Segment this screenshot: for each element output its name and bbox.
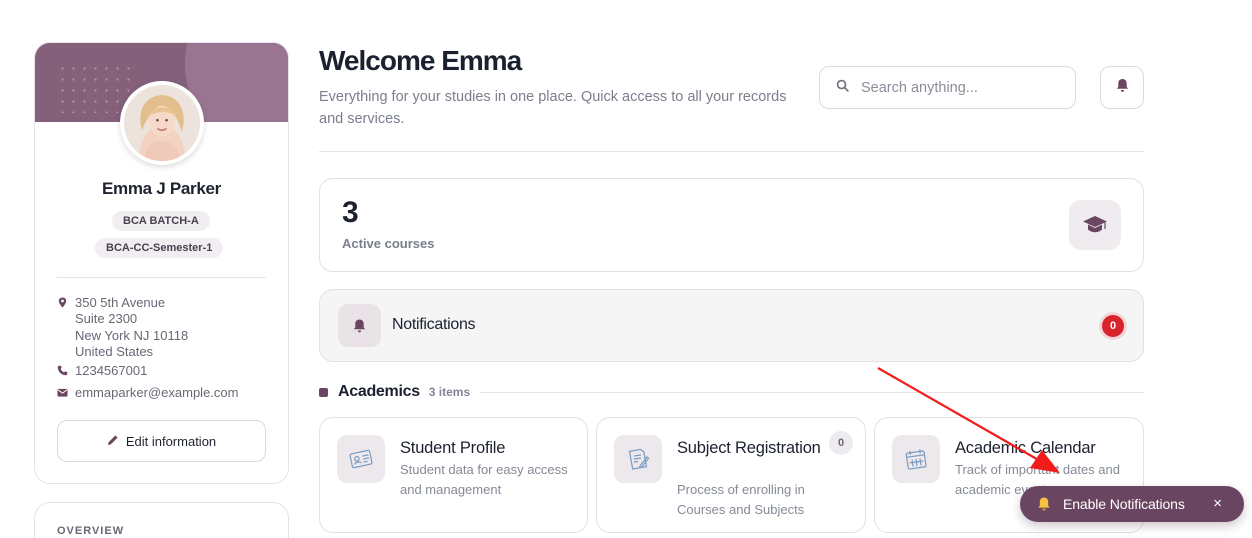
enable-notifications-label: Enable Notifications: [1063, 496, 1185, 512]
enable-notifications-toast[interactable]: Enable Notifications ×: [1020, 486, 1244, 522]
active-courses-card[interactable]: 3 Active courses: [319, 178, 1144, 272]
divider: [57, 277, 266, 278]
address-row: 350 5th Avenue Suite 2300 New York NJ 10…: [57, 295, 188, 360]
page-title: Welcome Emma: [319, 45, 522, 76]
section-marker: [319, 387, 328, 397]
phone-number: 1234567001: [75, 363, 148, 378]
registration-form-icon: [614, 435, 662, 483]
avatar[interactable]: [120, 81, 204, 165]
email-row: emmaparker@example.com: [57, 385, 238, 401]
address-line: United States: [75, 343, 154, 359]
graduation-cap-icon: [1069, 200, 1121, 250]
tile-description: Student data for easy access and managem…: [400, 462, 568, 497]
batch-badge: BCA BATCH-A: [112, 211, 210, 231]
notifications-card[interactable]: Notifications 0: [319, 289, 1144, 362]
semester-badge: BCA-CC-Semester-1: [95, 238, 224, 258]
envelope-icon: [57, 385, 75, 401]
notifications-label: Notifications: [392, 316, 476, 333]
calendar-icon: [892, 435, 940, 483]
id-card-icon: [337, 435, 385, 483]
tile-title: Student Profile: [400, 439, 506, 457]
active-courses-count: 3: [342, 196, 359, 229]
academics-title: Academics: [338, 383, 420, 400]
address-line: 350 5th Avenue: [75, 295, 166, 310]
bell-icon: [338, 304, 381, 347]
email-address: emmaparker@example.com: [75, 385, 239, 400]
notifications-button[interactable]: [1100, 66, 1144, 109]
edit-information-label: Edit information: [125, 433, 217, 449]
header-divider: [319, 151, 1144, 152]
search-box[interactable]: [819, 66, 1076, 109]
map-pin-icon: [57, 295, 75, 360]
address-line: New York NJ 10118: [75, 327, 189, 343]
active-courses-label: Active courses: [342, 236, 435, 251]
address-line: Suite 2300: [75, 311, 138, 327]
close-icon[interactable]: ×: [1213, 496, 1222, 512]
search-icon: [836, 79, 849, 97]
count-badge: 0: [829, 431, 853, 455]
search-input[interactable]: [861, 79, 1051, 96]
avatar-photo: [124, 85, 200, 161]
profile-name: Emma J Parker: [102, 179, 221, 198]
notifications-count-badge: 0: [1102, 315, 1124, 337]
student-profile-tile[interactable]: Student Profile Student data for easy ac…: [319, 417, 588, 533]
section-divider: [480, 391, 1144, 393]
overview-heading: OVERVIEW: [57, 525, 125, 537]
academics-item-count: 3 items: [428, 385, 471, 399]
tile-title: Academic Calendar: [955, 439, 1096, 457]
academics-section-header: Academics 3 items: [319, 381, 1144, 403]
overview-card: OVERVIEW: [34, 502, 289, 538]
bell-icon: [1115, 78, 1130, 98]
page-subtitle: Everything for your studies in one place…: [319, 89, 787, 127]
edit-information-button[interactable]: Edit information: [57, 420, 266, 462]
phone-row: 1234567001: [57, 363, 147, 379]
phone-icon: [57, 363, 75, 379]
tile-description: Process of enrolling in Courses and Subj…: [677, 482, 805, 517]
tile-title: Subject Registration: [677, 439, 821, 457]
pencil-icon: [107, 434, 119, 449]
bell-icon: [1036, 496, 1052, 512]
profile-card: Emma J Parker BCA BATCH-A BCA-CC-Semeste…: [34, 42, 289, 484]
address-text: 350 5th Avenue Suite 2300 New York NJ 10…: [75, 295, 188, 360]
subject-registration-tile[interactable]: Subject Registration Process of enrollin…: [596, 417, 866, 533]
